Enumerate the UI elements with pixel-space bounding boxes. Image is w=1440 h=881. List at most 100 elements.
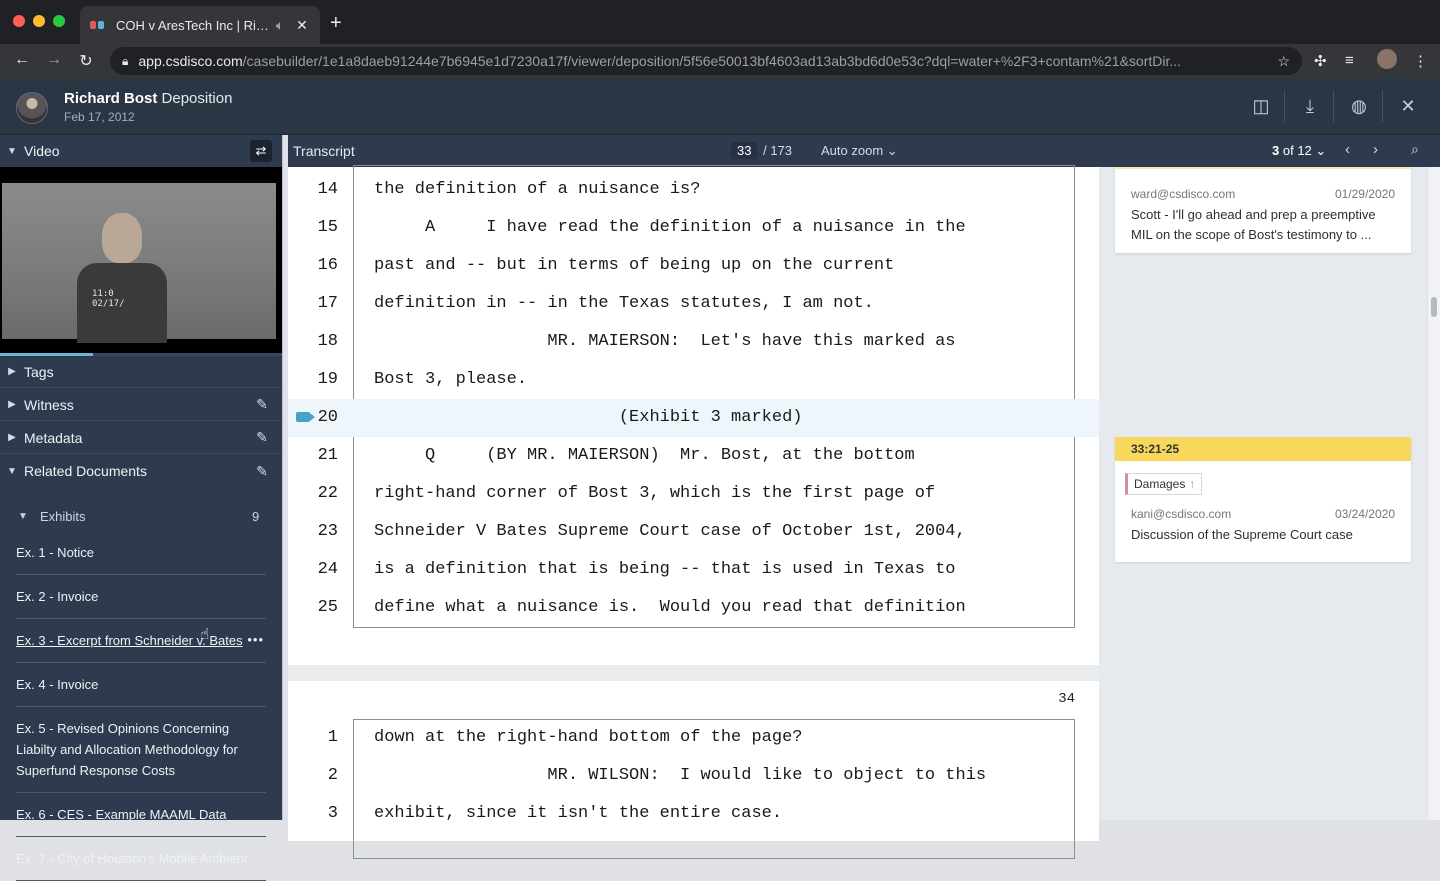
previous-hit-icon[interactable]: ‹ <box>1345 141 1350 158</box>
caret-down-icon: ▼ <box>7 465 17 477</box>
transcript-line[interactable]: 21 Q (BY MR. MAIERSON) Mr. Bost, at the … <box>288 437 1099 475</box>
line-number: 18 <box>317 332 338 351</box>
hit-current: 3 <box>1272 143 1280 158</box>
line-text: definition in -- in the Texas statutes, … <box>374 294 874 313</box>
note-card[interactable]: ward@csdisco.com 01/29/2020 Scott - I'll … <box>1115 167 1411 253</box>
next-hit-icon[interactable]: › <box>1373 141 1378 158</box>
transcript-line[interactable]: 17 definition in -- in the Texas statutes… <box>288 285 1099 323</box>
exhibit-item[interactable]: Ex. 4 - Invoice <box>16 663 266 707</box>
search-hit-counter[interactable]: 3 of 12 ⌄ <box>1272 143 1326 159</box>
video-timestamp: 11:0 02/17/ <box>92 289 125 309</box>
new-tab-button[interactable]: + <box>330 12 342 35</box>
video-section-header[interactable]: ▼ Video <box>0 135 282 167</box>
line-text: is a definition that is being -- that is… <box>374 560 956 579</box>
back-icon[interactable]: ← <box>12 51 32 69</box>
related-documents-section-header[interactable]: ▼ Related Documents ✎ <box>0 455 282 487</box>
bookmark-star-icon[interactable]: ☆ <box>1277 53 1290 70</box>
transcript-line[interactable]: 23 Schneider V Bates Supreme Court case o… <box>288 513 1099 551</box>
transcript-page-34: 34 1 down at the right-hand bottom of the… <box>288 681 1099 859</box>
note-card[interactable]: 33:21-25 Damages ↑ kani@csdisco.com 03/24/… <box>1115 437 1411 562</box>
edit-pencil-icon[interactable]: ✎ <box>242 396 282 413</box>
transcript-line[interactable]: 1 down at the right-hand bottom of the pa… <box>288 719 1099 757</box>
transcript-line[interactable]: 25 define what a nuisance is. Would you r… <box>288 589 1099 627</box>
transcript-line[interactable]: 14 the definition of a nuisance is? <box>288 171 1099 209</box>
exhibit-label: Ex. 5 - Revised Opinions Concerning Liab… <box>16 721 238 778</box>
line-number: 22 <box>317 484 338 503</box>
sync-video-icon[interactable]: ⇄ <box>250 140 272 162</box>
line-number: 20 <box>317 408 338 427</box>
deposition-date: Feb 17, 2012 <box>64 110 135 124</box>
forward-icon[interactable]: → <box>44 51 64 69</box>
browser-menu-icon[interactable]: ⋮ <box>1413 52 1428 70</box>
download-icon[interactable]: ⤓ <box>1299 96 1321 118</box>
close-window-button[interactable] <box>13 15 25 27</box>
section-label: Witness <box>24 396 74 413</box>
line-text: define what a nuisance is. Would you rea… <box>374 598 966 617</box>
line-number: 16 <box>317 256 338 275</box>
activity-icon[interactable]: ◍ <box>1348 96 1370 118</box>
transcript-line[interactable]: 24 is a definition that is being -- that … <box>288 551 1099 589</box>
tag-chip[interactable]: Damages ↑ <box>1125 473 1203 495</box>
exhibits-group-header[interactable]: ▼ Exhibits 9 <box>0 501 282 531</box>
tags-section-header[interactable]: ▶ Tags <box>0 356 282 388</box>
note-author: ward@csdisco.com <box>1131 187 1236 201</box>
note-date: 03/24/2020 <box>1334 507 1395 521</box>
exhibit-label: Ex. 1 - Notice <box>16 545 95 560</box>
split-view-icon[interactable]: ◫ <box>1250 96 1272 118</box>
line-text: down at the right-hand bottom of the pag… <box>374 728 803 747</box>
exhibit-item[interactable]: Ex. 2 - Invoice <box>16 575 266 619</box>
transcript-line[interactable]: 22 right-hand corner of Bost 3, which is … <box>288 475 1099 513</box>
profile-avatar[interactable] <box>1377 49 1397 69</box>
transcript-line[interactable]: 18 MR. MAIERSON: Let's have this marked … <box>288 323 1099 361</box>
note-text: Discussion of the Supreme Court case <box>1131 527 1353 542</box>
edit-pencil-icon[interactable]: ✎ <box>242 463 282 480</box>
line-text: the definition of a nuisance is? <box>374 180 701 199</box>
video-frame: 11:0 02/17/ <box>2 183 276 343</box>
exhibit-item[interactable]: Ex. 1 - Notice <box>16 531 266 575</box>
exhibit-item[interactable]: Ex. 6 - CES - Example MAAML Data <box>16 793 266 837</box>
transcript-toolbar: Transcript 33 / 173 Auto zoom ⌄ 3 of 12 … <box>283 135 1440 167</box>
current-page-input[interactable]: 33 <box>731 142 758 159</box>
line-number: 15 <box>317 218 338 237</box>
browser-tab[interactable]: COH v AresTech Inc | Richard Bost Deposi… <box>80 6 320 44</box>
minimize-window-button[interactable] <box>33 15 45 27</box>
browser-toolbar: ← → ↻ 🔒︎ app.csdisco.com/casebuilder/1e1… <box>0 44 1440 78</box>
transcript-line[interactable]: 16 past and -- but in terms of being up o… <box>288 247 1099 285</box>
lock-icon: 🔒︎ <box>122 53 129 68</box>
exhibits-count: 9 <box>252 508 260 524</box>
exhibit-item[interactable]: Ex. 3 - Excerpt from Schneider v. Bates •… <box>16 619 266 663</box>
transcript-line[interactable]: 19 Bost 3, please. <box>288 361 1099 399</box>
edit-pencil-icon[interactable]: ✎ <box>242 429 282 446</box>
zoom-select[interactable]: Auto zoom ⌄ <box>821 143 898 159</box>
section-label: Tags <box>24 363 54 380</box>
more-options-icon[interactable]: ••• <box>243 629 264 650</box>
transcript-line[interactable]: 20 (Exhibit 3 marked) <box>288 399 1099 437</box>
line-number: 23 <box>317 522 338 541</box>
media-control-icon[interactable]: ≡ <box>1345 52 1354 69</box>
line-number: 25 <box>317 598 338 617</box>
exhibit-item[interactable]: Ex. 5 - Revised Opinions Concerning Liab… <box>16 707 266 793</box>
witness-video-image <box>77 213 167 343</box>
doc-type: Deposition <box>161 90 233 107</box>
metadata-section-header[interactable]: ▶ Metadata ✎ <box>0 422 282 454</box>
note-line-reference[interactable]: 33:21-25 <box>1115 437 1411 461</box>
exhibit-item[interactable]: Ex. 7 - City of Houston's Mobile Ambient <box>16 837 266 881</box>
notes-scrollbar[interactable] <box>1428 167 1440 820</box>
close-viewer-icon[interactable]: ✕ <box>1397 96 1419 118</box>
maximize-window-button[interactable] <box>53 15 65 27</box>
transcript-line[interactable]: 2 MR. WILSON: I would like to object to … <box>288 757 1099 795</box>
note-date: 01/29/2020 <box>1334 187 1395 201</box>
mute-icon[interactable]: 🔈︎ <box>272 17 288 34</box>
caret-down-icon: ▼ <box>18 510 28 522</box>
tab-title: COH v AresTech Inc | Richard Bost Deposi… <box>116 17 272 33</box>
transcript-line[interactable]: 3 exhibit, since it isn't the entire case… <box>288 795 1099 833</box>
video-player[interactable]: 11:0 02/17/ <box>0 167 282 353</box>
address-bar[interactable]: 🔒︎ app.csdisco.com/casebuilder/1e1a8daeb… <box>110 47 1302 75</box>
transcript-line[interactable]: 15 A I have read the definition of a nui… <box>288 209 1099 247</box>
extensions-icon[interactable]: ✣ <box>1314 52 1327 70</box>
search-icon[interactable]: ⌕ <box>1411 141 1419 158</box>
close-tab-icon[interactable]: ✕ <box>294 17 310 34</box>
reload-icon[interactable]: ↻ <box>76 51 96 71</box>
hit-total: of 12 <box>1282 143 1312 158</box>
witness-section-header[interactable]: ▶ Witness ✎ <box>0 389 282 421</box>
